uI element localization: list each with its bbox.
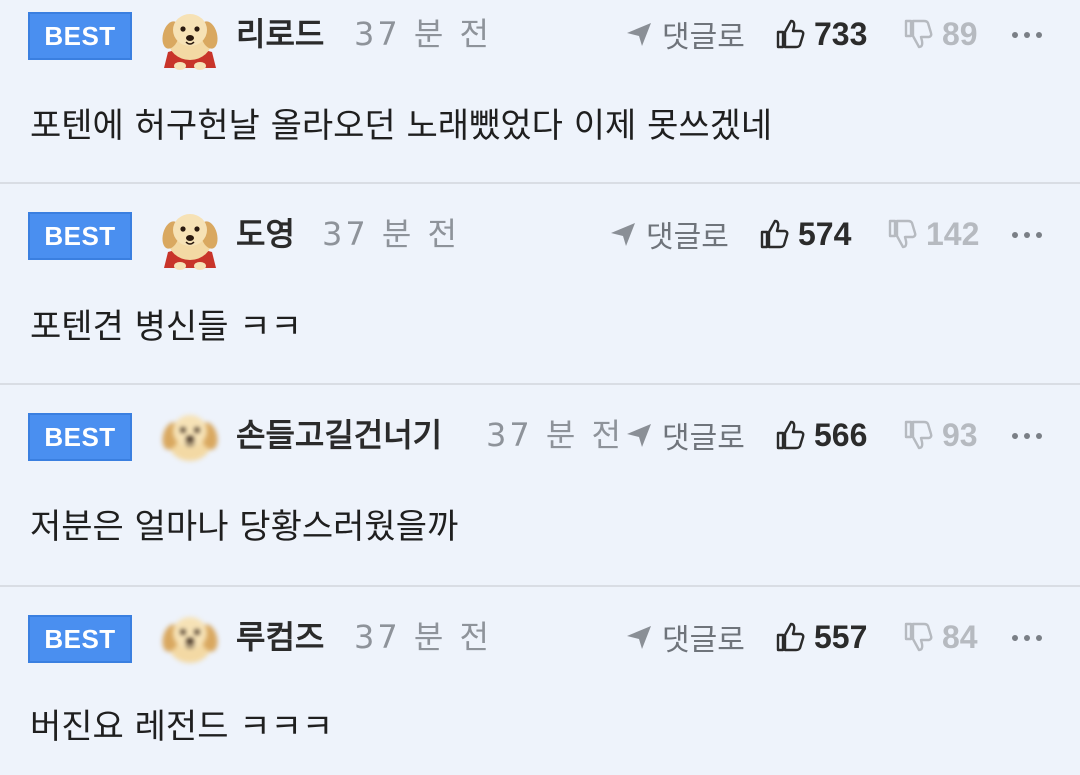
dog-avatar-icon[interactable]	[158, 605, 222, 673]
comment-item: BEST 도영 37 분 전 댓글로 574 142 포텐견 병신들 ㅋㅋ	[0, 184, 1080, 385]
best-badge: BEST	[28, 615, 132, 663]
best-badge: BEST	[28, 212, 132, 260]
comment-header: BEST 루컴즈 37 분 전 댓글로 557 84	[0, 603, 1080, 675]
reply-button[interactable]: 댓글로	[608, 212, 729, 256]
dislike-button[interactable]: 89	[902, 12, 978, 56]
more-dots-icon[interactable]	[1012, 421, 1042, 451]
dislike-button[interactable]: 142	[886, 212, 979, 256]
send-arrow-icon	[627, 626, 651, 649]
author-name[interactable]: 리로드	[236, 14, 324, 54]
thumbs-up-icon	[776, 622, 805, 652]
reply-button[interactable]: 댓글로	[624, 615, 745, 659]
like-count: 733	[814, 15, 868, 52]
timestamp: 37 분 전	[354, 15, 492, 53]
dislike-count: 84	[942, 618, 978, 655]
thumbs-down-icon	[904, 19, 933, 49]
timestamp: 37 분 전	[322, 215, 460, 253]
dog-avatar-icon[interactable]	[158, 2, 222, 70]
comment-text: 버진요 레전드 ㅋㅋㅋ	[30, 707, 334, 747]
thumbs-up-icon	[776, 420, 805, 450]
reply-label: 댓글로	[646, 220, 729, 255]
more-dots-icon[interactable]	[1012, 220, 1042, 250]
send-arrow-icon	[611, 223, 635, 246]
thumbs-up-icon	[760, 219, 789, 249]
best-badge: BEST	[28, 413, 132, 461]
reply-button[interactable]: 댓글로	[624, 12, 745, 56]
timestamp: 37 분 전	[354, 618, 492, 656]
like-button[interactable]: 566	[774, 413, 867, 457]
author-name[interactable]: 도영	[236, 214, 295, 254]
like-count: 574	[798, 215, 852, 252]
send-arrow-icon	[627, 424, 651, 447]
comment-item: BEST 루컴즈 37 분 전 댓글로 557 84 버진요 레전드 ㅋㅋㅋ	[0, 587, 1080, 775]
comment-text: 포텐에 허구헌날 올라오던 노래뺐었다 이제 못쓰겠네	[30, 106, 773, 146]
best-badge: BEST	[28, 12, 132, 60]
like-button[interactable]: 557	[774, 615, 867, 659]
comment-header: BEST 리로드 37 분 전 댓글로 733 89	[0, 0, 1080, 72]
reply-label: 댓글로	[662, 623, 745, 658]
thumbs-down-icon	[904, 420, 933, 450]
dislike-count: 142	[926, 215, 980, 252]
comment-text: 포텐견 병신들 ㅋㅋ	[30, 307, 302, 347]
dislike-count: 93	[942, 416, 978, 453]
reply-label: 댓글로	[662, 20, 745, 55]
like-button[interactable]: 733	[774, 12, 867, 56]
thumbs-down-icon	[904, 622, 933, 652]
author-name[interactable]: 루컴즈	[236, 617, 324, 657]
dog-avatar-icon[interactable]	[158, 202, 222, 270]
send-arrow-icon	[627, 23, 651, 46]
author-name[interactable]: 손들고길건너기	[236, 415, 442, 455]
like-count: 566	[814, 416, 868, 453]
more-dots-icon[interactable]	[1012, 623, 1042, 653]
dislike-button[interactable]: 84	[902, 615, 978, 659]
reply-button[interactable]: 댓글로	[624, 413, 745, 457]
timestamp: 37 분 전	[486, 416, 624, 454]
like-count: 557	[814, 618, 868, 655]
like-button[interactable]: 574	[758, 212, 851, 256]
comment-header: BEST 손들고길건너기 37 분 전 댓글로 566 93	[0, 401, 1080, 473]
comment-item: BEST 손들고길건너기 37 분 전 댓글로 566 93 저분은 얼마나 당…	[0, 385, 1080, 587]
dislike-count: 89	[942, 15, 978, 52]
thumbs-down-icon	[888, 219, 917, 249]
comment-text: 저분은 얼마나 당황스러웠을까	[30, 507, 459, 547]
more-dots-icon[interactable]	[1012, 20, 1042, 50]
comment-item: BEST 리로드 37 분 전 댓글로 733 89 포텐에 허구헌날 올라오던…	[0, 0, 1080, 184]
dog-avatar-icon[interactable]	[158, 403, 222, 471]
comment-header: BEST 도영 37 분 전 댓글로 574 142	[0, 200, 1080, 272]
reply-label: 댓글로	[662, 421, 745, 456]
thumbs-up-icon	[776, 19, 805, 49]
dislike-button[interactable]: 93	[902, 413, 978, 457]
